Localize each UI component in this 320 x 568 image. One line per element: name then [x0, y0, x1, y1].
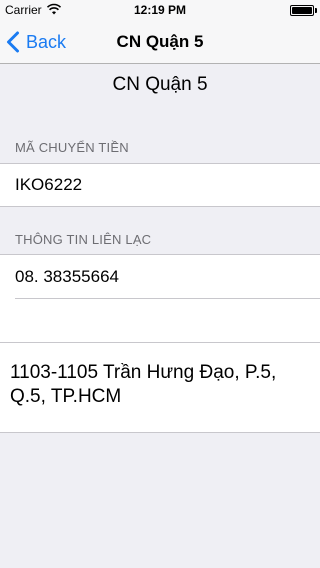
battery-tip — [315, 8, 317, 13]
transfer-code-group: IKO6222 — [0, 163, 320, 207]
transfer-code-cell[interactable]: IKO6222 — [0, 164, 320, 206]
address-text: 1103-1105 Trần Hưng Đạo, P.5, Q.5, TP.HC… — [10, 362, 277, 407]
nav-title: CN Quận 5 — [116, 32, 204, 51]
status-bar: Carrier 12:19 PM — [0, 0, 320, 20]
contact-info-group: 08. 38355664 — [0, 254, 320, 343]
empty-contact-cell[interactable] — [0, 298, 320, 342]
address-cell[interactable]: 1103-1105 Trần Hưng Đạo, P.5, Q.5, TP.HC… — [0, 343, 320, 433]
phone-value: 08. 38355664 — [15, 266, 119, 286]
transfer-code-value: IKO6222 — [15, 175, 83, 194]
navigation-bar: Back CN Quận 5 — [0, 20, 320, 64]
detail-content: CN Quận 5 MÃ CHUYỂN TIỀN IKO6222 THÔNG T… — [0, 64, 320, 568]
transfer-code-header: MÃ CHUYỂN TIỀN — [15, 140, 129, 155]
contact-info-header: THÔNG TIN LIÊN LẠC — [15, 232, 152, 247]
battery-icon — [290, 5, 314, 16]
status-time: 12:19 PM — [133, 3, 187, 17]
phone-cell[interactable]: 08. 38355664 — [0, 255, 320, 298]
page-title: CN Quận 5 — [112, 74, 208, 95]
